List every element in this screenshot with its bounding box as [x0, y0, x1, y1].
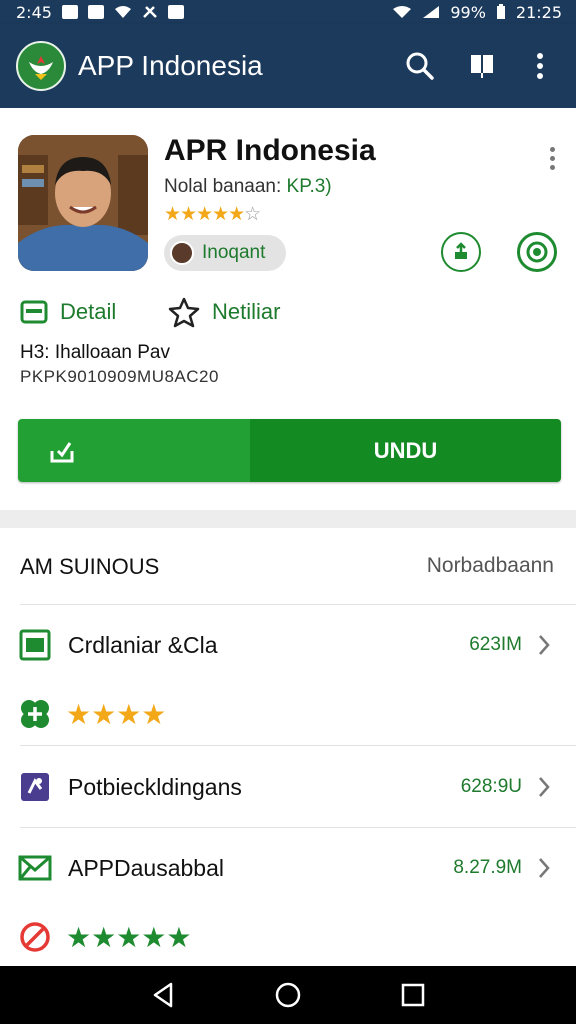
recents-square-icon	[402, 983, 425, 1007]
rating-row: ★★★★★	[0, 915, 576, 959]
filled-stars: ★★★★★	[164, 204, 245, 225]
app-bar-title: APP Indonesia	[78, 50, 263, 81]
section-title: AM SUINOUS	[20, 554, 160, 579]
status-left: 2:45	[16, 3, 184, 22]
app-name: APR Indonesia	[164, 134, 376, 167]
status-time-left: 2:45	[16, 2, 52, 22]
app-rating-stars: ★★★★★☆	[164, 203, 261, 226]
battery-icon	[496, 4, 505, 19]
person-photo	[18, 135, 148, 271]
wishlist-link[interactable]: Netiliar	[168, 294, 280, 330]
system-nav-bar	[0, 966, 576, 1024]
divider	[20, 604, 576, 605]
list-item-label: Crdlaniar &Cla	[68, 631, 218, 658]
list-item-size: 623IM	[469, 634, 522, 655]
detail-label: Detail	[60, 299, 117, 324]
rating-row: ★★★★	[0, 692, 576, 736]
status-right: 99% 21:25	[392, 3, 562, 22]
tools-icon	[143, 6, 157, 18]
mail-icon	[18, 851, 52, 885]
list-item-size: 628:9U	[460, 776, 522, 797]
message-icon	[167, 5, 184, 19]
empty-star: ☆	[244, 204, 261, 225]
list-item[interactable]: APPDausabbal 8.27.9M	[0, 838, 576, 898]
developer-avatar	[18, 135, 148, 271]
signal-icon	[423, 6, 440, 18]
divider	[20, 827, 576, 828]
list-item-label: APPDausabbal	[68, 854, 224, 881]
wishlist-label: Netiliar	[212, 299, 281, 324]
chevron-right-icon	[528, 852, 560, 884]
download-button[interactable]: UNDU	[18, 419, 561, 482]
rating-stars-green: ★★★★★	[66, 921, 192, 953]
detail-icon	[20, 300, 48, 324]
window-icon	[18, 628, 52, 662]
chevron-right-icon	[528, 771, 560, 803]
chevron-right-icon	[528, 629, 560, 661]
library-button[interactable]	[462, 46, 502, 86]
wifi-icon	[114, 6, 131, 18]
overflow-menu-button[interactable]	[520, 46, 560, 86]
app-subtitle: Nolal banaan: KP.3)	[164, 176, 332, 198]
app-bar: APP Indonesia	[0, 24, 576, 108]
download-icon-area[interactable]	[18, 419, 250, 482]
chip-label: Inoqant	[202, 242, 266, 263]
share-button[interactable]	[441, 232, 481, 272]
home-circle-icon	[275, 982, 301, 1008]
gear-icon	[526, 241, 548, 263]
subtitle-prefix: Nolal banaan:	[164, 176, 287, 197]
status-time-right: 21:25	[515, 2, 562, 22]
plus-badge-icon	[18, 697, 52, 731]
dot	[549, 146, 555, 152]
notification-icon	[61, 5, 78, 19]
wifi-icon	[393, 6, 412, 18]
meta-line-2: PKPK9010909MU8AC20	[20, 367, 219, 386]
app-screen: 2:45 99% 21:25 APP Indonesia APR Indones…	[0, 0, 576, 1024]
install-icon	[50, 441, 74, 462]
back-triangle-icon	[153, 982, 172, 1008]
download-label: UNDU	[250, 419, 561, 482]
book-icon	[471, 55, 493, 78]
notification-icon	[87, 5, 104, 19]
dot	[549, 155, 555, 161]
star-outline-icon	[168, 297, 200, 328]
home-button[interactable]	[266, 973, 310, 1017]
section-divider	[0, 510, 576, 528]
list-item-size: 8.27.9M	[453, 857, 522, 878]
list-item[interactable]: Potbieckldingans 628:9U	[0, 757, 576, 817]
chip-avatar	[170, 241, 194, 265]
recents-button[interactable]	[391, 973, 435, 1017]
search-icon	[406, 52, 434, 80]
list-item[interactable]: Crdlaniar &Cla 623IM	[0, 615, 576, 675]
more-vert-icon	[537, 53, 543, 79]
divider	[20, 745, 576, 746]
section-see-all-link[interactable]: Norbadbaann	[427, 554, 554, 578]
developer-chip[interactable]: Inoqant	[164, 235, 286, 271]
list-item-label: Potbieckldingans	[68, 773, 242, 800]
back-button[interactable]	[141, 973, 185, 1017]
puzzle-icon	[18, 770, 52, 804]
garuda-logo-icon	[29, 56, 53, 80]
detail-link[interactable]: Detail	[20, 294, 116, 330]
battery-percent: 99%	[450, 2, 486, 22]
block-icon	[18, 920, 52, 954]
dot	[549, 164, 555, 170]
meta-line-1: H3: Ihalloaan Pav	[20, 342, 170, 363]
search-button[interactable]	[400, 46, 440, 86]
app-logo-icon[interactable]	[16, 41, 66, 91]
share-icon	[455, 242, 467, 259]
status-bar: 2:45 99% 21:25	[0, 0, 576, 24]
subtitle-value: KP.3)	[286, 176, 332, 197]
card-more-button[interactable]	[540, 140, 564, 176]
settings-button[interactable]	[517, 232, 557, 272]
rating-stars-gold: ★★★★	[66, 698, 167, 730]
